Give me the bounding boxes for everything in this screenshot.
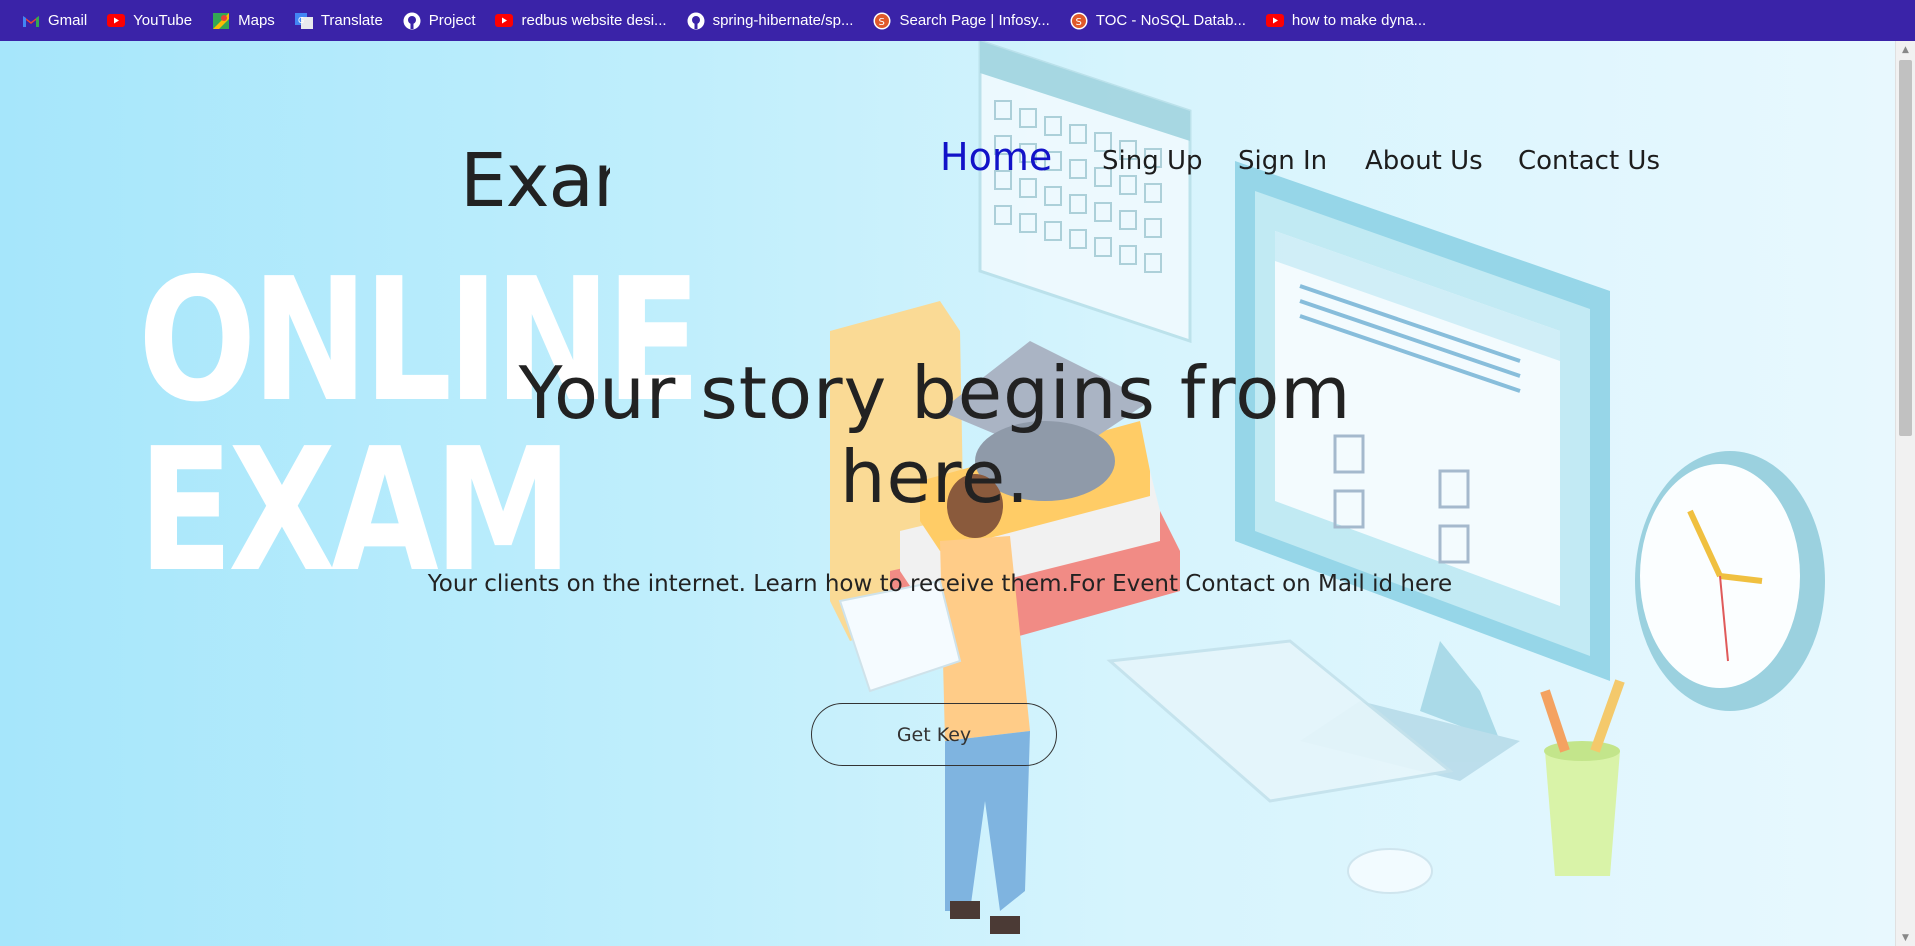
clock-illustration [1635, 451, 1825, 711]
bookmark-label: YouTube [133, 12, 193, 29]
page-scrollbar[interactable]: ▲ ▼ [1895, 41, 1915, 946]
bookmark-gmail[interactable]: Gmail [12, 0, 97, 41]
github-icon [403, 12, 421, 30]
bookmark-redbus[interactable]: redbus website desi... [485, 0, 676, 41]
bookmark-label: redbus website desi... [521, 12, 667, 29]
youtube-icon [107, 12, 126, 30]
hero-section: ONLINE EXAM Exam Home Sing Up Sign In Ab… [0, 41, 1895, 946]
translate-icon: G [294, 12, 313, 30]
bookmark-label: TOC - NoSQL Datab... [1095, 12, 1246, 29]
scroll-up-icon[interactable]: ▲ [1896, 41, 1915, 58]
bookmark-translate[interactable]: G Translate [285, 0, 393, 41]
bookmark-project[interactable]: Project [393, 0, 486, 41]
github-icon [687, 12, 705, 30]
nav-about-us[interactable]: About Us [1365, 139, 1483, 183]
maps-icon [212, 12, 230, 30]
infosys-icon: S [1070, 12, 1088, 30]
svg-text:S: S [1075, 17, 1081, 28]
infosys-icon: S [873, 12, 891, 30]
bookmark-dynamic[interactable]: how to make dyna... [1256, 0, 1436, 41]
bookmark-youtube[interactable]: YouTube [97, 0, 202, 41]
site-logo[interactable]: Exam [460, 126, 610, 236]
svg-text:G: G [298, 16, 304, 25]
bookmark-label: Maps [238, 12, 275, 29]
calendar-illustration [978, 41, 1192, 344]
logo-container: Exam [460, 126, 610, 236]
nav-home[interactable]: Home [940, 135, 1052, 179]
bookmark-label: how to make dyna... [1291, 12, 1427, 29]
svg-text:S: S [879, 17, 885, 28]
scrollbar-thumb[interactable] [1899, 60, 1912, 436]
bookmark-toc-nosql[interactable]: S TOC - NoSQL Datab... [1060, 0, 1256, 41]
nav-sign-in[interactable]: Sign In [1238, 139, 1327, 183]
bookmark-label: Project [428, 12, 476, 29]
bookmark-spring-hibernate[interactable]: spring-hibernate/sp... [677, 0, 864, 41]
bookmark-maps[interactable]: Maps [202, 0, 285, 41]
bookmark-label: Translate [320, 12, 383, 29]
bookmark-search-page[interactable]: S Search Page | Infosy... [863, 0, 1059, 41]
nav-sign-up[interactable]: Sing Up [1102, 139, 1203, 183]
bookmarks-bar: Gmail YouTube Maps G Translate Project r… [0, 0, 1915, 41]
hero-headline: Your story begins from here. [518, 351, 1352, 519]
bookmark-label: Gmail [48, 12, 88, 29]
youtube-icon [1265, 12, 1284, 30]
youtube-icon [495, 12, 514, 30]
nav-contact-us[interactable]: Contact Us [1518, 139, 1660, 183]
gmail-icon [22, 12, 40, 30]
hero-subline: Your clients on the internet. Learn how … [427, 571, 1453, 597]
bookmark-label: Search Page | Infosy... [899, 12, 1050, 29]
scroll-down-icon[interactable]: ▼ [1896, 929, 1915, 946]
pencil-cup-illustration [1540, 679, 1625, 876]
get-key-button[interactable]: Get Key [811, 703, 1057, 766]
bookmark-label: spring-hibernate/sp... [712, 12, 854, 29]
